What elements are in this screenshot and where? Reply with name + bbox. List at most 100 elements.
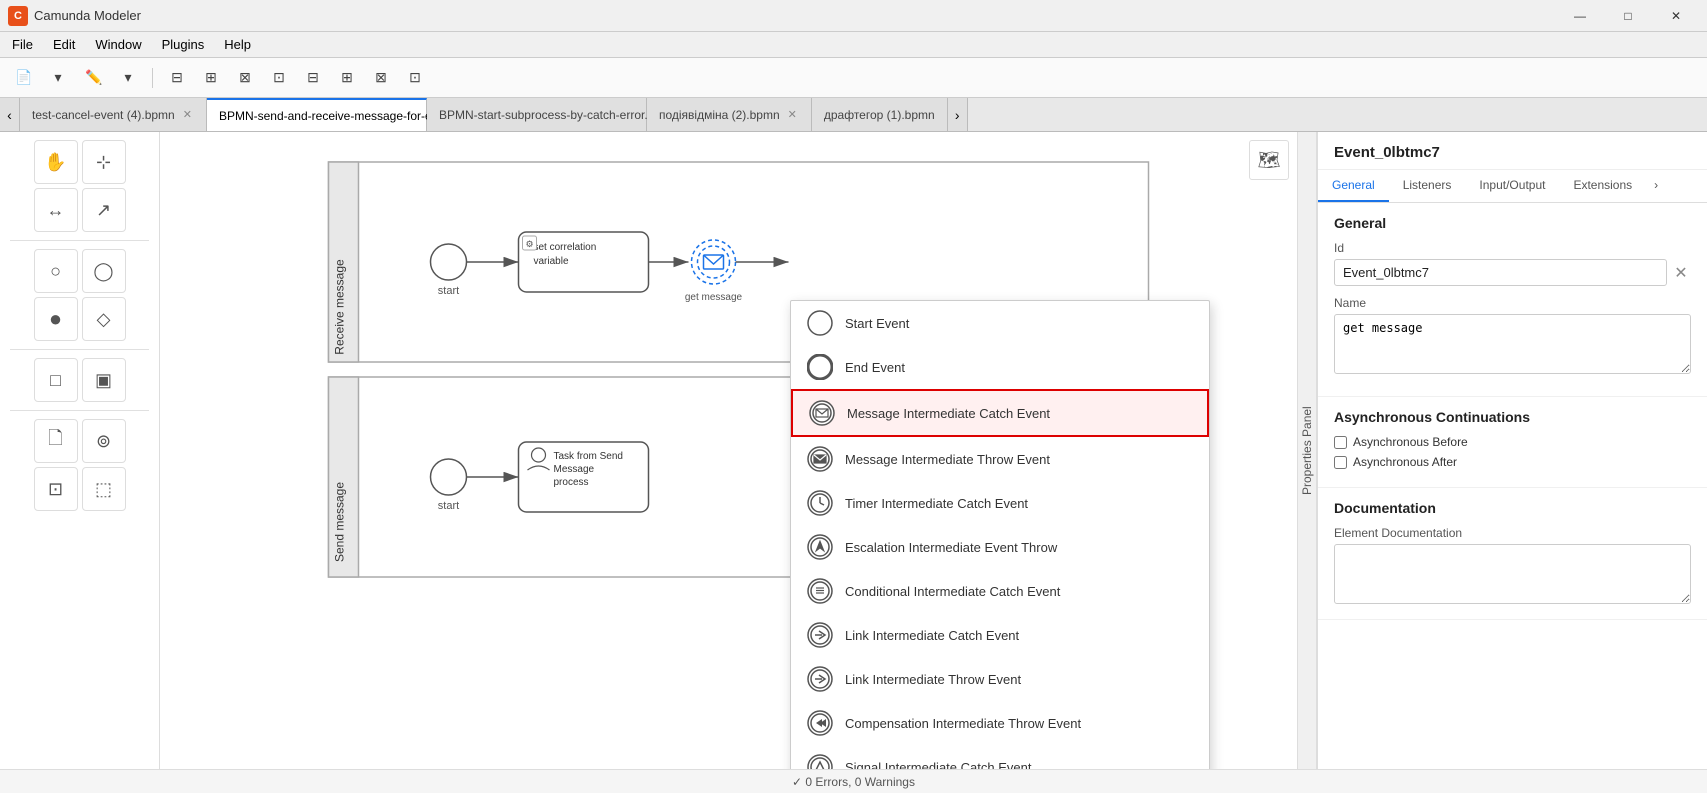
tb-align2-button[interactable]: ⊞: [195, 64, 227, 92]
diamond-tool-button[interactable]: ◇: [82, 297, 126, 341]
circle-tool-button[interactable]: ○: [34, 249, 78, 293]
tab-draft[interactable]: драфтегор (1).bpmn: [812, 98, 948, 131]
dropdown-item-label-compensation-throw: Compensation Intermediate Throw Event: [845, 716, 1081, 731]
dropdown-item-icon-msg-catch: [809, 400, 835, 426]
main-area: ✋ ⊹ ↔ ↗ ○ ◯ ● ◇ □ ▣ 🗋 ⊚ ⊡ ⬚: [0, 132, 1707, 769]
tab-bpmn-start-subprocess[interactable]: BPMN-start-subprocess-by-catch-error.bpm…: [427, 98, 647, 131]
dropdown-item-link-catch[interactable]: Link Intermediate Catch Event: [791, 613, 1209, 657]
db-tool-button[interactable]: ⊚: [82, 419, 126, 463]
dashed-select-tool-button[interactable]: ⬚: [82, 467, 126, 511]
dropdown-item-escalation-throw[interactable]: Escalation Intermediate Event Throw: [791, 525, 1209, 569]
element-docs-textarea[interactable]: [1334, 544, 1691, 604]
tab-bpmn-send-receive[interactable]: BPMN-send-and-receive-message-for-event-…: [207, 98, 427, 131]
panel-tool-button[interactable]: ⊡: [34, 467, 78, 511]
tab-more-button[interactable]: ›: [1646, 170, 1666, 202]
connect-tool-button[interactable]: ↗: [82, 188, 126, 232]
circle-bold-tool-button[interactable]: ◯: [82, 249, 126, 293]
hand-tool-button[interactable]: ✋: [34, 140, 78, 184]
tb-edit-dropdown-button[interactable]: ▾: [112, 64, 144, 92]
properties-panel-label[interactable]: Properties Panel: [1297, 132, 1317, 769]
properties-header: Event_0lbtmc7: [1318, 132, 1707, 170]
menu-item-edit[interactable]: Edit: [45, 35, 83, 54]
dropdown-item-icon-compensation-throw: [807, 710, 833, 736]
space-tool-button[interactable]: ↔: [34, 188, 78, 232]
tabs-prev-button[interactable]: ‹: [0, 98, 20, 131]
dropdown-item-compensation-throw[interactable]: Compensation Intermediate Throw Event: [791, 701, 1209, 745]
close-button[interactable]: ✕: [1653, 0, 1699, 32]
map-button[interactable]: 🗺: [1249, 140, 1289, 180]
minimize-button[interactable]: —: [1557, 0, 1603, 32]
rect-plus-tool-button[interactable]: ▣: [82, 358, 126, 402]
tb-distribute1-button[interactable]: ⊡: [263, 64, 295, 92]
tool-row-1: ✋ ⊹: [4, 140, 155, 184]
canvas-area[interactable]: Receive message start set correlation va…: [160, 132, 1297, 769]
dropdown-item-signal-catch[interactable]: Signal Intermediate Catch Event: [791, 745, 1209, 769]
dropdown-item-link-throw[interactable]: Link Intermediate Throw Event: [791, 657, 1209, 701]
async-after-checkbox[interactable]: [1334, 456, 1347, 469]
circle-thick-tool-button[interactable]: ●: [34, 297, 78, 341]
tab-extensions[interactable]: Extensions: [1559, 170, 1646, 202]
tb-dropdown-button[interactable]: ▾: [42, 64, 74, 92]
tool-sep-3: [10, 410, 149, 411]
toolbar-sep-1: [152, 68, 153, 88]
svg-text:Send message: Send message: [333, 482, 347, 562]
menu-item-help[interactable]: Help: [216, 35, 259, 54]
menu-item-plugins[interactable]: Plugins: [154, 35, 213, 54]
menu-item-file[interactable]: File: [4, 35, 41, 54]
dropdown-item-label-signal-catch: Signal Intermediate Catch Event: [845, 760, 1031, 770]
tab-close-icon[interactable]: ✕: [181, 106, 194, 123]
tb-distribute3-button[interactable]: ⊞: [331, 64, 363, 92]
statusbar: ✓ 0 Errors, 0 Warnings: [0, 769, 1707, 793]
properties-tabs: General Listeners Input/Output Extension…: [1318, 170, 1707, 203]
tool-row-4: ● ◇: [4, 297, 155, 341]
svg-text:Receive message: Receive message: [333, 259, 347, 355]
maximize-button[interactable]: □: [1605, 0, 1651, 32]
dropdown-item-end-event[interactable]: End Event: [791, 345, 1209, 389]
tab-input-output[interactable]: Input/Output: [1465, 170, 1559, 202]
status-text: ✓ 0 Errors, 0 Warnings: [792, 775, 915, 789]
dropdown-item-label-start-event: Start Event: [845, 316, 909, 331]
name-label: Name: [1334, 296, 1691, 310]
tab-label: подіявідміна (2).bpmn: [659, 108, 780, 122]
properties-title: Event_0lbtmc7: [1334, 144, 1691, 161]
dropdown-item-start-event[interactable]: Start Event: [791, 301, 1209, 345]
tb-align3-button[interactable]: ⊠: [229, 64, 261, 92]
tabs-next-button[interactable]: ›: [948, 98, 968, 131]
section-docs: Documentation Element Documentation: [1318, 488, 1707, 620]
async-before-checkbox[interactable]: [1334, 436, 1347, 449]
tb-align1-button[interactable]: ⊟: [161, 64, 193, 92]
async-before-label: Asynchronous Before: [1353, 435, 1468, 449]
id-input[interactable]: [1334, 259, 1667, 286]
event-type-dropdown: Start Event End Event Message Intermediate…: [790, 300, 1210, 769]
tb-new-button[interactable]: 📄: [8, 64, 40, 92]
rect-tool-button[interactable]: □: [34, 358, 78, 402]
element-docs-label: Element Documentation: [1334, 526, 1691, 540]
app-icon: C: [8, 6, 28, 26]
dropdown-item-msg-throw[interactable]: Message Intermediate Throw Event: [791, 437, 1209, 481]
tab-test-cancel[interactable]: test-cancel-event (4).bpmn ✕: [20, 98, 207, 131]
dropdown-item-icon-link-throw: [807, 666, 833, 692]
tab-close-icon2[interactable]: ✕: [786, 106, 799, 123]
id-clear-button[interactable]: ✕: [1671, 263, 1691, 283]
dropdown-item-label-end-event: End Event: [845, 360, 905, 375]
doc-tool-button[interactable]: 🗋: [34, 419, 78, 463]
dropdown-item-icon-start-event: [807, 310, 833, 336]
dropdown-item-conditional-catch[interactable]: Conditional Intermediate Catch Event: [791, 569, 1209, 613]
name-textarea[interactable]: [1334, 314, 1691, 374]
tool-sep-1: [10, 240, 149, 241]
id-input-row: ✕: [1334, 259, 1691, 286]
menu-item-window[interactable]: Window: [87, 35, 149, 54]
tab-general[interactable]: General: [1318, 170, 1389, 202]
tool-row-7: ⊡ ⬚: [4, 467, 155, 511]
tab-listeners[interactable]: Listeners: [1389, 170, 1466, 202]
tb-distribute5-button[interactable]: ⊡: [399, 64, 431, 92]
tb-distribute4-button[interactable]: ⊠: [365, 64, 397, 92]
select-tool-button[interactable]: ⊹: [82, 140, 126, 184]
dropdown-item-timer-catch[interactable]: Timer Intermediate Catch Event: [791, 481, 1209, 525]
tool-sep-2: [10, 349, 149, 350]
window-controls: — □ ✕: [1557, 0, 1699, 32]
tab-podiya[interactable]: подіявідміна (2).bpmn ✕: [647, 98, 812, 131]
tb-distribute2-button[interactable]: ⊟: [297, 64, 329, 92]
dropdown-item-msg-catch[interactable]: Message Intermediate Catch Event: [791, 389, 1209, 437]
tb-edit-button[interactable]: ✏️: [78, 64, 110, 92]
